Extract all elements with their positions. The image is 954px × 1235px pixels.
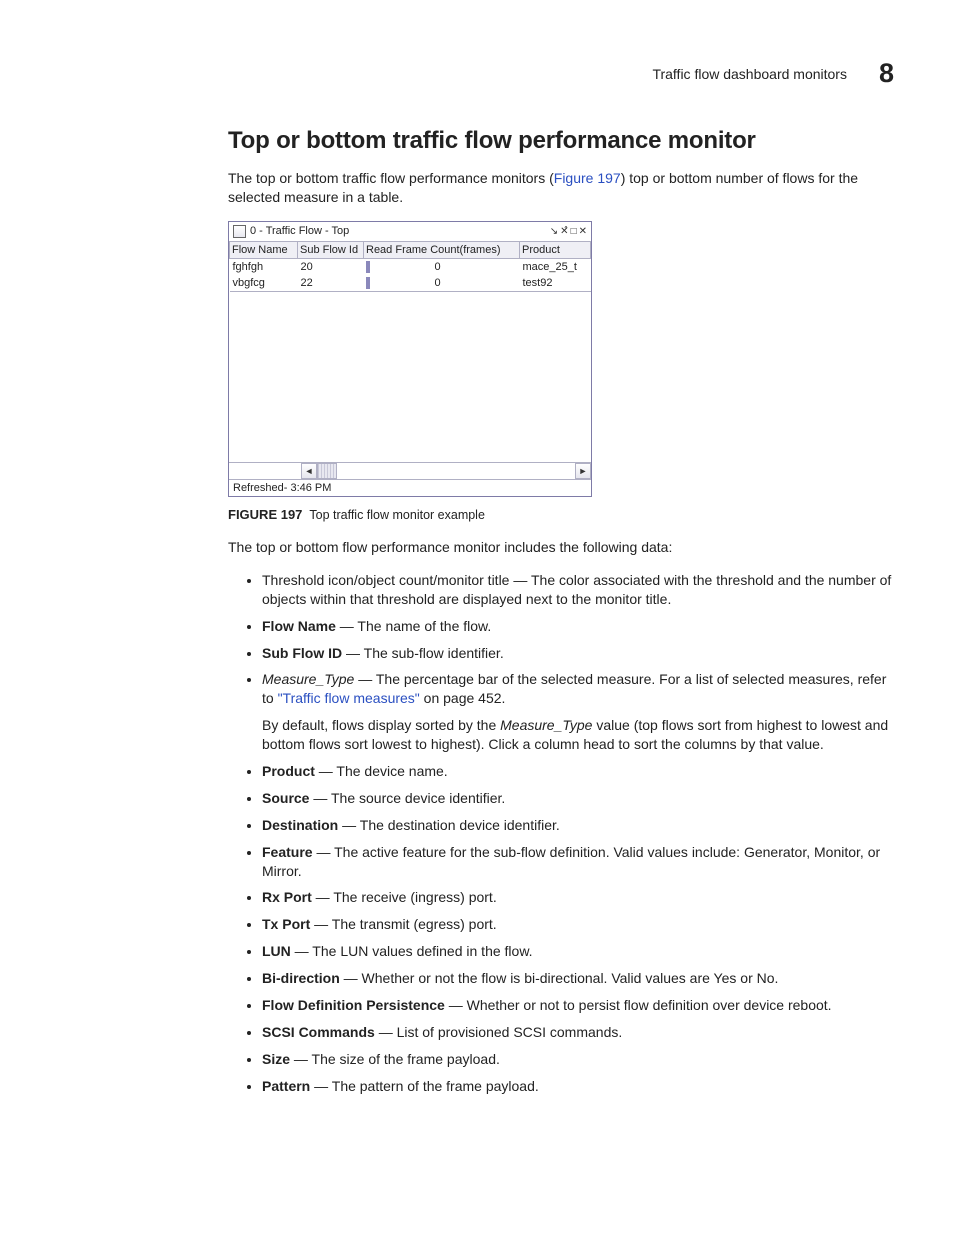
figure-hscrollbar[interactable]: ◄ ► <box>229 462 591 479</box>
term: LUN <box>262 943 291 959</box>
col-product[interactable]: Product <box>520 241 591 258</box>
pin-icon[interactable]: ↘ <box>550 226 558 237</box>
list-item: Sub Flow ID — The sub-flow identifier. <box>262 644 894 663</box>
desc: — Whether or not the flow is bi-directio… <box>340 970 779 986</box>
intro-pre: The top or bottom traffic flow performan… <box>228 170 554 186</box>
sub-pre: By default, flows display sorted by the <box>262 717 500 733</box>
desc: — List of provisioned SCSI commands. <box>375 1024 622 1040</box>
figure-caption: FIGURE 197 Top traffic flow monitor exam… <box>228 507 894 522</box>
traffic-flow-measures-link[interactable]: "Traffic flow measures" <box>278 690 420 706</box>
list-item: Measure_Type — The percentage bar of the… <box>262 670 894 754</box>
desc: — The pattern of the frame payload. <box>310 1078 539 1094</box>
term: Sub Flow ID <box>262 645 342 661</box>
list-item: LUN — The LUN values defined in the flow… <box>262 942 894 961</box>
figure-caption-text: Top traffic flow monitor example <box>309 508 485 522</box>
term: Bi-direction <box>262 970 340 986</box>
figure-blank-area <box>229 292 591 462</box>
figure-refreshed: Refreshed- 3:46 PM <box>229 479 591 496</box>
desc: — The device name. <box>315 763 448 779</box>
page-header: Traffic flow dashboard monitors 8 <box>60 58 894 89</box>
figure-ref-link[interactable]: Figure 197 <box>554 170 621 186</box>
table-row[interactable]: fghfgh 20 0 mace_25_t <box>230 258 591 275</box>
section-title: Traffic flow dashboard monitors <box>652 66 847 82</box>
term: Pattern <box>262 1078 310 1094</box>
desc-post: on page 452. <box>420 690 506 706</box>
list-item: Flow Name — The name of the flow. <box>262 617 894 636</box>
figure-title: 0 - Traffic Flow - Top <box>250 225 349 237</box>
col-flow-name[interactable]: Flow Name <box>230 241 298 258</box>
figure-threshold-icon <box>233 225 246 238</box>
cell-flow-name: vbgfcg <box>230 275 298 292</box>
chapter-number: 8 <box>879 58 894 89</box>
list-item: SCSI Commands — List of provisioned SCSI… <box>262 1023 894 1042</box>
list-item: Bi-direction — Whether or not the flow i… <box>262 969 894 988</box>
sub-em: Measure_Type <box>500 717 592 733</box>
cell-value: 0 <box>370 277 506 289</box>
intro-paragraph: The top or bottom traffic flow performan… <box>228 169 894 207</box>
cell-bar: 0 <box>364 275 520 292</box>
term: Feature <box>262 844 313 860</box>
term: Source <box>262 790 309 806</box>
col-sub-flow-id[interactable]: Sub Flow Id <box>298 241 364 258</box>
desc: — The size of the frame payload. <box>290 1051 500 1067</box>
term: Product <box>262 763 315 779</box>
bullet-list: Threshold icon/object count/monitor titl… <box>228 571 894 1096</box>
term: SCSI Commands <box>262 1024 375 1040</box>
figure-titlebar-icons: ↘ ✕̂ □ ✕ <box>550 226 587 237</box>
scroll-right-icon[interactable]: ► <box>575 463 591 479</box>
cell-product: test92 <box>520 275 591 292</box>
list-item: Product — The device name. <box>262 762 894 781</box>
desc: — Whether or not to persist flow definit… <box>445 997 832 1013</box>
desc: — The sub-flow identifier. <box>342 645 504 661</box>
list-item: Size — The size of the frame payload. <box>262 1050 894 1069</box>
term: Flow Name <box>262 618 336 634</box>
desc: — The transmit (egress) port. <box>310 916 496 932</box>
table-row[interactable]: vbgfcg 22 0 test92 <box>230 275 591 292</box>
list-item: Flow Definition Persistence — Whether or… <box>262 996 894 1015</box>
term: Destination <box>262 817 338 833</box>
term: Rx Port <box>262 889 312 905</box>
cell-flow-name: fghfgh <box>230 258 298 275</box>
cell-product: mace_25_t <box>520 258 591 275</box>
desc: — The destination device identifier. <box>338 817 560 833</box>
scroll-thumb[interactable] <box>317 463 337 479</box>
list-item: Destination — The destination device ide… <box>262 816 894 835</box>
term: Measure_Type <box>262 671 354 687</box>
cell-sub-flow-id: 20 <box>298 258 364 275</box>
sub-paragraph: By default, flows display sorted by the … <box>262 716 894 754</box>
desc: — The active feature for the sub-flow de… <box>262 844 880 879</box>
cell-value: 0 <box>370 261 506 273</box>
figure-caption-label: FIGURE 197 <box>228 507 302 522</box>
list-item: Feature — The active feature for the sub… <box>262 843 894 881</box>
list-item: Pattern — The pattern of the frame paylo… <box>262 1077 894 1096</box>
desc: — The name of the flow. <box>336 618 491 634</box>
list-item: Rx Port — The receive (ingress) port. <box>262 888 894 907</box>
term: Flow Definition Persistence <box>262 997 445 1013</box>
scroll-left-icon[interactable]: ◄ <box>301 463 317 479</box>
after-figure-text: The top or bottom flow performance monit… <box>228 538 894 557</box>
figure-titlebar: 0 - Traffic Flow - Top ↘ ✕̂ □ ✕ <box>229 222 591 241</box>
list-item: Threshold icon/object count/monitor titl… <box>262 571 894 609</box>
desc: — The receive (ingress) port. <box>312 889 497 905</box>
maximize-icon[interactable]: □ <box>571 226 577 237</box>
collapse-icon[interactable]: ✕̂ <box>560 226 568 237</box>
desc: — The source device identifier. <box>309 790 505 806</box>
term: Size <box>262 1051 290 1067</box>
desc: — The LUN values defined in the flow. <box>291 943 533 959</box>
term: Tx Port <box>262 916 310 932</box>
list-item: Tx Port — The transmit (egress) port. <box>262 915 894 934</box>
cell-bar: 0 <box>364 258 520 275</box>
page-title: Top or bottom traffic flow performance m… <box>228 127 894 155</box>
col-read-frame-count[interactable]: Read Frame Count(frames) <box>364 241 520 258</box>
figure-panel: 0 - Traffic Flow - Top ↘ ✕̂ □ ✕ <box>228 221 592 497</box>
close-icon[interactable]: ✕ <box>579 226 587 237</box>
list-item: Source — The source device identifier. <box>262 789 894 808</box>
cell-sub-flow-id: 22 <box>298 275 364 292</box>
figure-table: Flow Name Sub Flow Id Read Frame Count(f… <box>229 241 591 292</box>
